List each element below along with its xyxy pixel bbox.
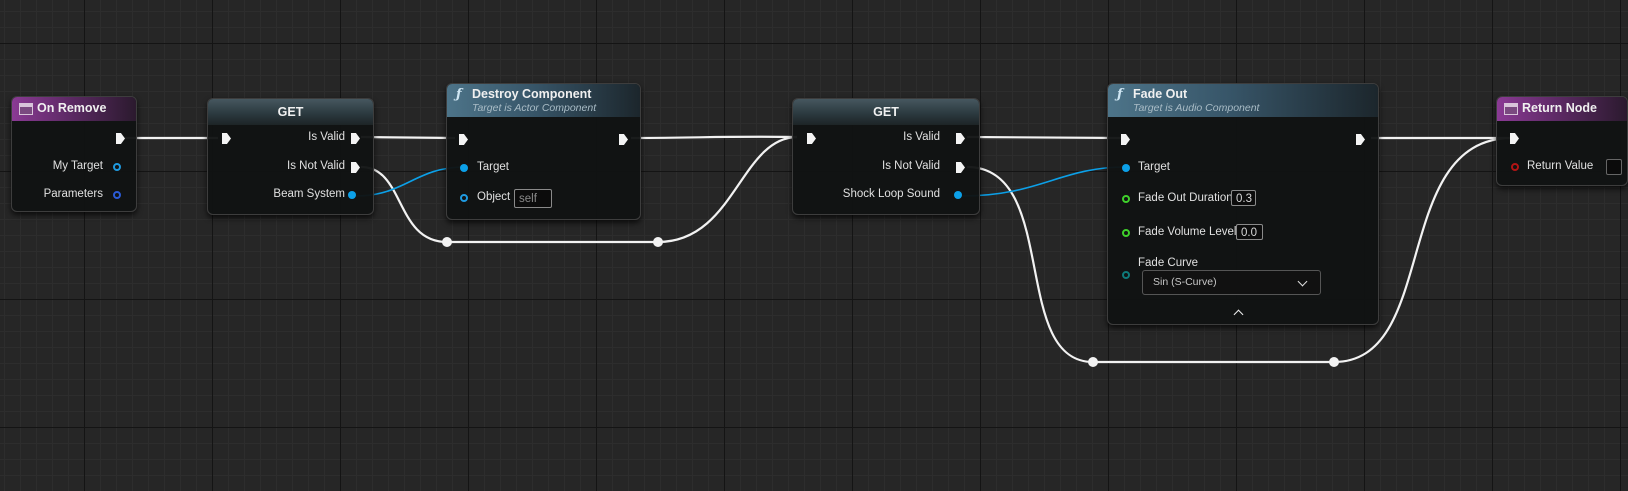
exec-wire-isvalid2-fadeout	[966, 135, 1122, 140]
fade-out-node[interactable]: ƒ Fade Out Target is Audio Component Tar…	[1107, 83, 1379, 325]
target-pin[interactable]	[460, 164, 468, 172]
pin-label-return-value: Return Value	[1527, 160, 1594, 172]
get-header[interactable]: GET	[208, 99, 373, 125]
exec-wire-destroy-get2	[630, 135, 798, 140]
pin-label-fade-out-duration: Fade Out Duration	[1138, 192, 1233, 204]
node-title: On Remove	[37, 101, 107, 115]
pin-label-target: Target	[1138, 161, 1170, 173]
exec-in-pin[interactable]	[222, 133, 231, 144]
chevron-down-icon	[1297, 276, 1308, 287]
function-header[interactable]: ƒ Fade Out Target is Audio Component	[1108, 84, 1378, 117]
function-icon: ƒ	[456, 87, 462, 102]
fade-out-duration-pin[interactable]	[1122, 195, 1130, 203]
exec-out-pin[interactable]	[1356, 134, 1365, 145]
return-node-header[interactable]: Return Node	[1497, 97, 1627, 121]
is-valid-exec-pin[interactable]	[956, 133, 965, 144]
shock-loop-sound-pin[interactable]	[954, 191, 962, 199]
exec-in-pin[interactable]	[1510, 133, 1519, 144]
function-result-icon	[1504, 103, 1518, 115]
get-node-1[interactable]: GET Is Valid Is Not Valid Beam System	[207, 98, 374, 215]
node-title: GET	[277, 105, 304, 119]
pin-label-target: Target	[477, 161, 509, 173]
exec-in-pin[interactable]	[459, 134, 468, 145]
collapse-arrow-icon[interactable]	[1233, 309, 1244, 320]
exec-wire-isvalid-destroy	[360, 135, 456, 140]
fade-out-duration-field[interactable]: 0.3	[1231, 190, 1256, 206]
pin-label-is-valid: Is Valid	[903, 131, 940, 143]
exec-out-pin[interactable]	[619, 134, 628, 145]
is-not-valid-exec-pin[interactable]	[956, 162, 965, 173]
pin-label-fade-volume-level: Fade Volume Level	[1138, 226, 1237, 238]
function-icon: ƒ	[1117, 87, 1123, 102]
get-node-2[interactable]: GET Is Valid Is Not Valid Shock Loop Sou…	[792, 98, 980, 215]
function-header[interactable]: ƒ Destroy Component Target is Actor Comp…	[447, 84, 640, 117]
pin-label-parameters: Parameters	[43, 188, 103, 200]
reroute-knot-3[interactable]	[1088, 357, 1098, 367]
reroute-knot-2[interactable]	[653, 237, 663, 247]
pin-label-beam-system: Beam System	[273, 188, 345, 200]
on-remove-header[interactable]: On Remove	[12, 97, 136, 121]
fade-volume-level-pin[interactable]	[1122, 229, 1130, 237]
object-wire-shockloop-target	[961, 166, 1127, 197]
reroute-knot-1[interactable]	[442, 237, 452, 247]
exec-out-pin[interactable]	[116, 133, 125, 144]
exec-in-pin[interactable]	[1121, 134, 1130, 145]
event-icon	[19, 103, 33, 115]
object-pin[interactable]	[460, 194, 468, 202]
get-header[interactable]: GET	[793, 99, 979, 125]
pin-label-is-not-valid: Is Not Valid	[287, 160, 345, 172]
pin-label-is-not-valid: Is Not Valid	[882, 160, 940, 172]
exec-wire-notvalid2-reroute	[966, 165, 1094, 364]
is-valid-exec-pin[interactable]	[351, 133, 360, 144]
fade-curve-selected: Sin (S-Curve)	[1153, 276, 1217, 288]
return-node[interactable]: Return Node Return Value	[1496, 96, 1628, 186]
parameters-pin[interactable]	[113, 191, 121, 199]
my-target-pin[interactable]	[113, 163, 121, 171]
node-subtitle: Target is Actor Component	[472, 102, 597, 114]
pin-label-object: Object	[477, 191, 511, 203]
beam-system-pin[interactable]	[348, 191, 356, 199]
pin-label-shock-loop-sound: Shock Loop Sound	[842, 188, 940, 200]
object-value-field[interactable]: self	[514, 189, 552, 208]
fade-volume-level-field[interactable]: 0.0	[1236, 224, 1263, 240]
exec-in-pin[interactable]	[807, 133, 816, 144]
fade-curve-dropdown[interactable]: Sin (S-Curve)	[1142, 270, 1321, 295]
is-not-valid-exec-pin[interactable]	[351, 162, 360, 173]
reroute-knot-4[interactable]	[1329, 357, 1339, 367]
node-title: Return Node	[1522, 101, 1597, 115]
return-value-checkbox[interactable]	[1606, 159, 1622, 175]
destroy-component-node[interactable]: ƒ Destroy Component Target is Actor Comp…	[446, 83, 641, 220]
pin-label-fade-curve: Fade Curve	[1138, 257, 1199, 269]
node-subtitle: Target is Audio Component	[1133, 102, 1260, 114]
fade-curve-pin[interactable]	[1122, 271, 1130, 279]
node-title: Fade Out	[1133, 87, 1188, 101]
wire-layer	[122, 135, 1513, 364]
pin-label-is-valid: Is Valid	[308, 131, 345, 143]
exec-wire-reroute-get2	[657, 135, 798, 244]
node-title: Destroy Component	[472, 87, 592, 101]
on-remove-node[interactable]: On Remove My Target Parameters	[11, 96, 137, 212]
node-title: GET	[873, 105, 899, 119]
pin-label-my-target: My Target	[52, 160, 103, 172]
return-value-pin[interactable]	[1511, 163, 1519, 171]
target-pin[interactable]	[1122, 164, 1130, 172]
